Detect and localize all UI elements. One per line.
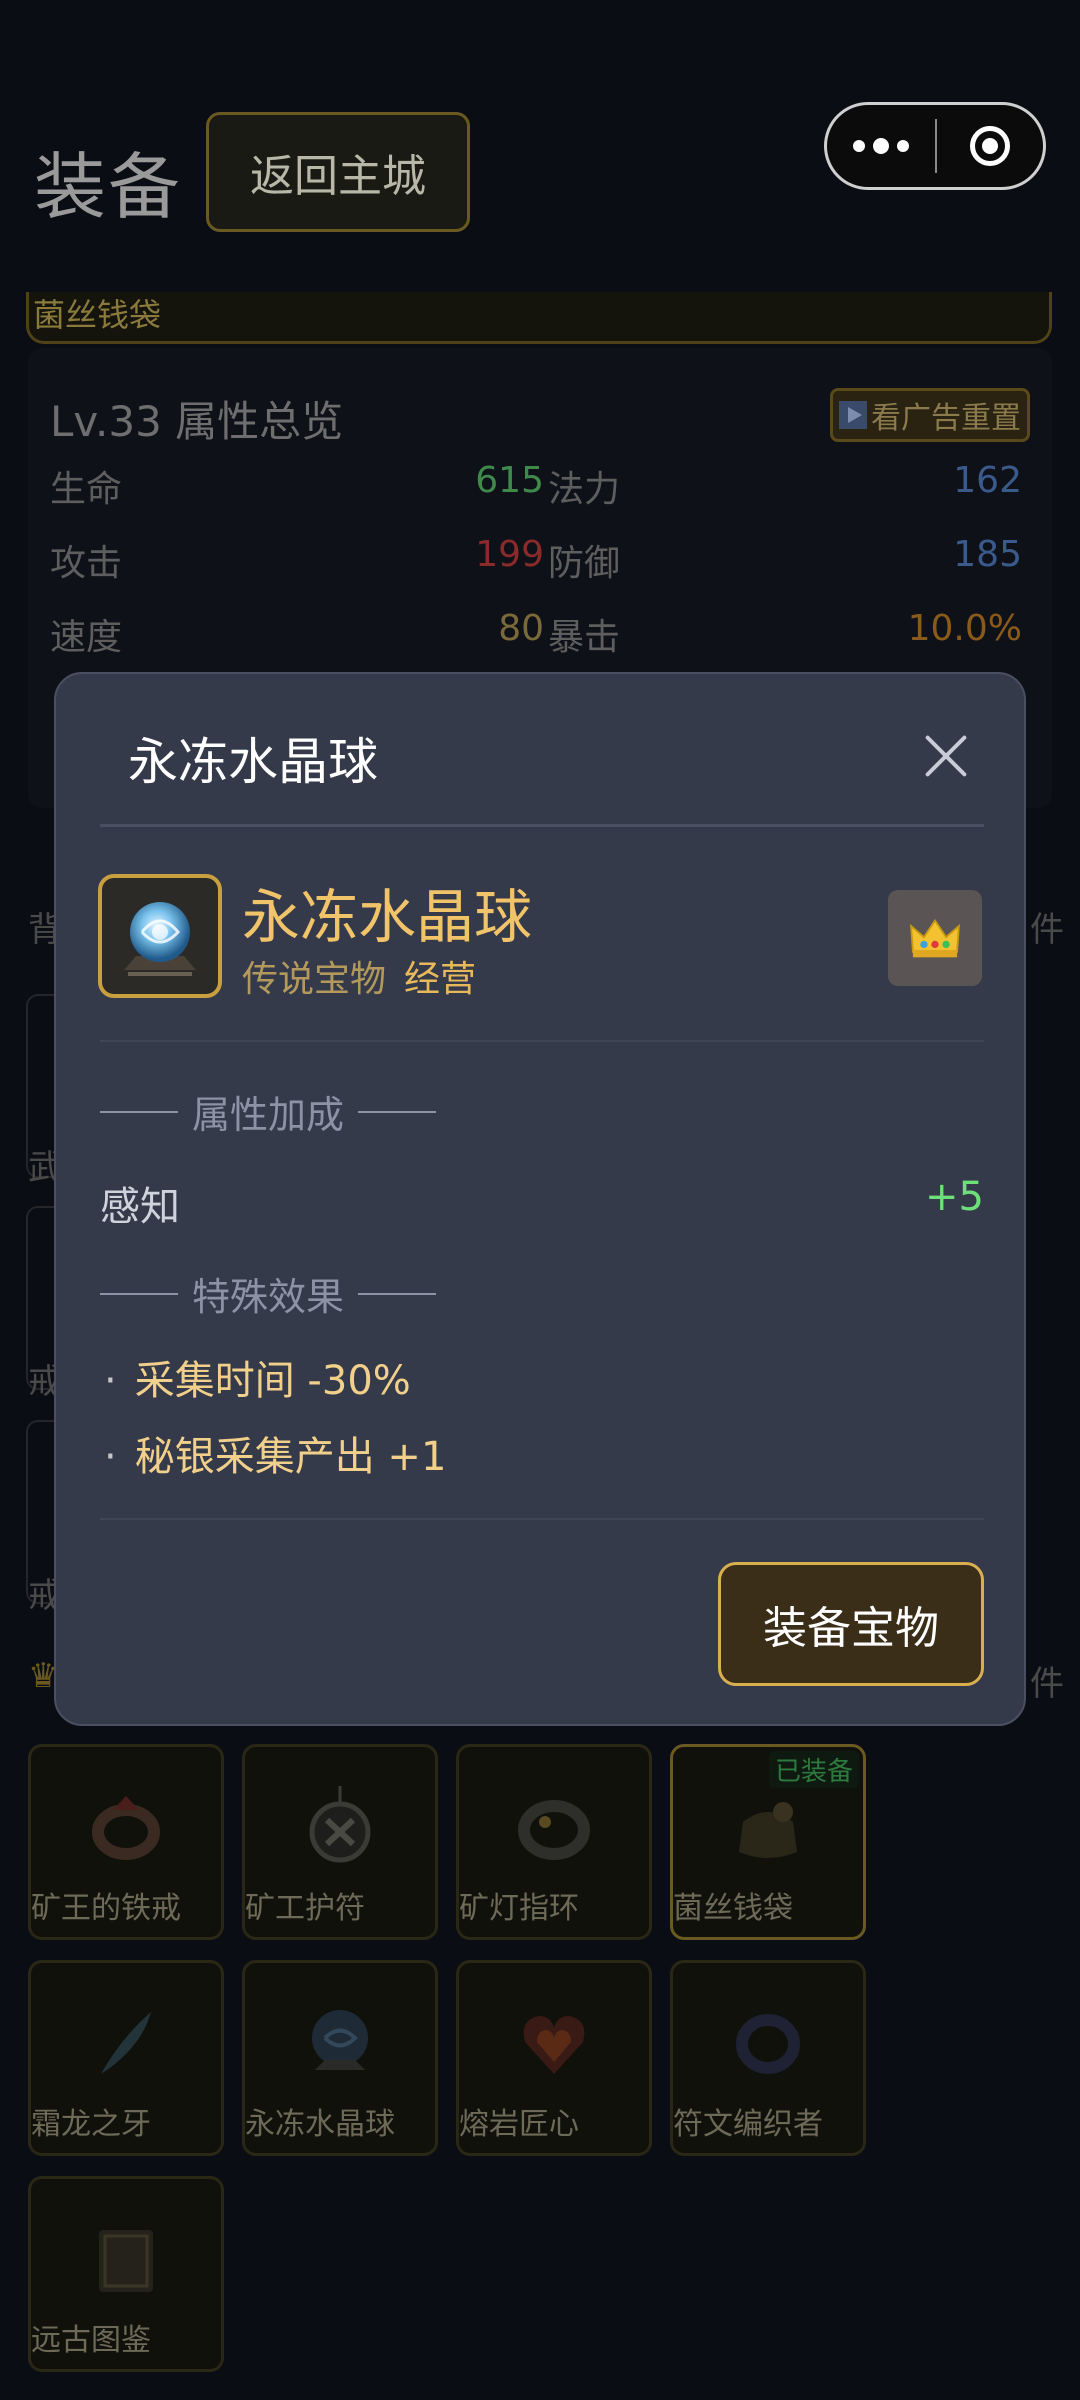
- watch-ad-reset-label: 看广告重置: [871, 401, 1021, 436]
- equipped-slot-strip[interactable]: 菌丝钱袋: [26, 292, 1052, 344]
- item-name: 永冻水晶球: [242, 883, 533, 951]
- lamp-ring-icon: [518, 1799, 590, 1860]
- effect-text: 采集时间 -30%: [134, 1358, 411, 1404]
- treasure-cell[interactable]: 远古图鉴: [28, 2176, 224, 2372]
- attr-section-header: 属性加成: [100, 1084, 450, 1139]
- page-title: 装备: [34, 145, 183, 229]
- fang-icon: [101, 2011, 151, 2074]
- stat-row: 生命 615 法力 162: [50, 460, 1022, 520]
- item-subtitle: 传说宝物 经营: [242, 950, 476, 1002]
- treasure-name: 矿王的铁戒: [31, 1891, 181, 1926]
- treasure-cell[interactable]: 矿工护符: [242, 1744, 438, 1940]
- treasure-cell[interactable]: 矿王的铁戒: [28, 1744, 224, 1940]
- more-options-icon[interactable]: [827, 105, 935, 187]
- treasure-cell[interactable]: 符文编织者: [670, 1960, 866, 2156]
- crystal-ball-icon: [124, 902, 196, 976]
- treasure-name: 熔岩匠心: [459, 2107, 579, 2142]
- close-icon[interactable]: [922, 732, 970, 780]
- ancient-book-icon: [99, 2229, 153, 2292]
- treasure-cell[interactable]: 霜龙之牙: [28, 1960, 224, 2156]
- stat-label-hp: 生命: [50, 469, 123, 510]
- close-miniprogram-icon[interactable]: [937, 105, 1043, 187]
- modal-divider: [100, 1518, 984, 1520]
- item-category: 经营: [404, 959, 477, 1000]
- stat-label-atk: 攻击: [50, 543, 123, 584]
- treasure-name: 矿灯指环: [459, 1891, 579, 1926]
- stat-label-mp: 法力: [548, 469, 621, 510]
- equip-treasure-button[interactable]: 装备宝物: [718, 1562, 984, 1686]
- lava-heart-icon: [523, 2015, 585, 2074]
- attr-name: 感知: [100, 1184, 180, 1230]
- stat-value-hp: 615: [475, 460, 544, 501]
- attr-value: +5: [925, 1174, 984, 1220]
- effect-section-title: 特殊效果: [192, 1275, 345, 1319]
- stat-label-def: 防御: [548, 543, 621, 584]
- stat-value-atk: 199: [475, 534, 544, 575]
- treasure-name: 矿工护符: [245, 1891, 365, 1926]
- treasure-detail-modal: 永冻水晶球 永冻水晶球 传说宝物 经营 属性加成 感知 +5 特殊效果 · 采集…: [54, 672, 1026, 1726]
- pouch-icon: [739, 1801, 797, 1858]
- crystal-ball-icon: [312, 2009, 368, 2070]
- stat-row: 速度 80 暴击 10.0%: [50, 608, 1022, 668]
- effect-section-header: 特殊效果: [100, 1266, 450, 1321]
- watch-ad-reset-button[interactable]: 看广告重置: [830, 388, 1030, 442]
- stat-label-spd: 速度: [50, 617, 123, 658]
- item-rarity: 传说宝物: [242, 959, 387, 1000]
- effect-text: 秘银采集产出 +1: [134, 1434, 447, 1480]
- rune-bracelet-icon: [736, 2013, 800, 2074]
- treasure-name: 永冻水晶球: [245, 2107, 395, 2142]
- item-icon-frame: [98, 874, 222, 998]
- attr-section-title: 属性加成: [192, 1093, 345, 1137]
- treasure-name: 符文编织者: [673, 2107, 823, 2142]
- back-to-main-city-button[interactable]: 返回主城: [206, 112, 470, 232]
- crown-button[interactable]: [888, 890, 982, 986]
- stat-value-spd: 80: [498, 608, 544, 649]
- treasure-name: 远古图鉴: [31, 2323, 151, 2358]
- treasure-count-suffix: 件: [1030, 1664, 1064, 1704]
- iron-ring-icon: [92, 1795, 160, 1860]
- treasure-cell[interactable]: 已装备 菌丝钱袋: [670, 1744, 866, 1940]
- stat-label-crit: 暴击: [548, 617, 621, 658]
- stat-value-crit: 10.0%: [907, 608, 1022, 649]
- treasure-cell[interactable]: 熔岩匠心: [456, 1960, 652, 2156]
- stats-title: Lv.33 属性总览: [50, 397, 344, 446]
- bag-count-suffix: 件: [1030, 910, 1064, 950]
- stat-value-mp: 162: [953, 460, 1022, 501]
- modal-title: 永冻水晶球: [128, 733, 378, 791]
- crown-icon: [910, 918, 960, 958]
- modal-divider: [100, 824, 984, 827]
- modal-divider: [100, 1040, 984, 1042]
- treasure-cell[interactable]: 永冻水晶球: [242, 1960, 438, 2156]
- treasure-name: 霜龙之牙: [31, 2107, 151, 2142]
- effect-item: · 采集时间 -30%: [104, 1358, 411, 1404]
- play-icon: [839, 401, 867, 429]
- stat-value-def: 185: [953, 534, 1022, 575]
- amulet-icon: [309, 1785, 371, 1863]
- mini-program-capsule: [824, 102, 1046, 190]
- effect-item: · 秘银采集产出 +1: [104, 1434, 447, 1480]
- stat-row: 攻击 199 防御 185: [50, 534, 1022, 594]
- treasure-name: 菌丝钱袋: [673, 1891, 793, 1926]
- treasure-cell[interactable]: 矿灯指环: [456, 1744, 652, 1940]
